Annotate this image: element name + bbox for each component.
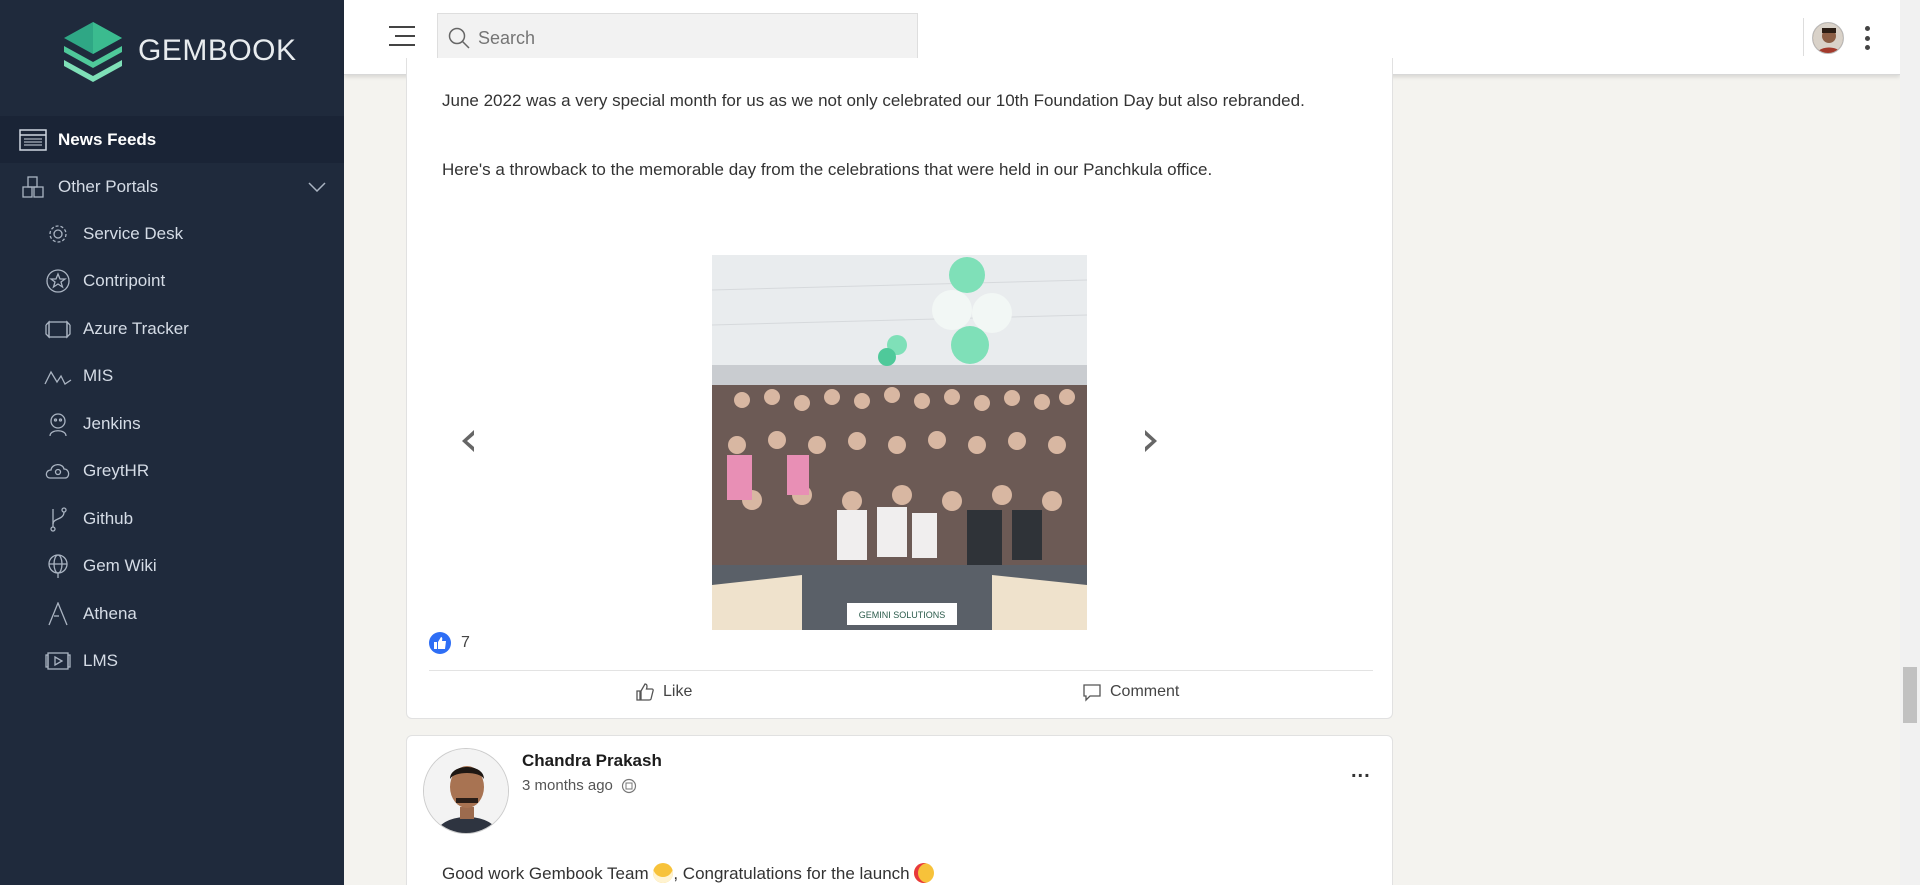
brand-name: GEMBOOK (138, 34, 297, 67)
post-more-button[interactable]: ... (1351, 760, 1371, 783)
sidebar-item-gem-wiki[interactable]: Gem Wiki (0, 543, 344, 591)
carousel-next-icon[interactable] (1137, 426, 1167, 456)
sidebar-item-label: Gem Wiki (83, 556, 157, 576)
reactions-summary[interactable]: 7 (429, 632, 470, 654)
sidebar: GEMBOOK News Feeds Other Portals Service… (0, 0, 344, 885)
cloud-user-icon (43, 459, 73, 483)
comment-label: Comment (1110, 683, 1180, 700)
sidebar-item-athena[interactable]: Athena (0, 590, 344, 638)
play-screen-icon (43, 649, 73, 673)
more-options-icon[interactable] (1864, 26, 1870, 50)
search-box[interactable] (437, 13, 918, 63)
sidebar-item-contripoint[interactable]: Contripoint (0, 258, 344, 306)
post-timestamp: 3 months ago (522, 777, 637, 794)
post-card: Chandra Prakash 3 months ago ... Good wo… (406, 735, 1393, 885)
sidebar-item-label: Athena (83, 603, 137, 623)
header-divider (1803, 18, 1804, 56)
like-count: 7 (461, 634, 470, 651)
user-avatar[interactable] (1812, 22, 1844, 54)
news-feed-icon (18, 128, 48, 152)
sidebar-item-label: Jenkins (83, 413, 141, 433)
sidebar-item-label: Azure Tracker (83, 318, 189, 338)
search-icon (448, 27, 470, 49)
like-label: Like (663, 683, 693, 700)
brand-logo[interactable]: GEMBOOK (60, 18, 297, 84)
sidebar-item-greythr[interactable]: GreytHR (0, 448, 344, 496)
sidebar-item-jenkins[interactable]: Jenkins (0, 400, 344, 448)
portals-icon (18, 175, 48, 199)
scrollbar-thumb[interactable] (1903, 667, 1917, 723)
carousel-prev-icon[interactable] (452, 426, 482, 456)
chevron-down-icon[interactable] (308, 177, 326, 197)
hamburger-menu-icon[interactable] (389, 26, 415, 48)
chart-wave-icon (43, 364, 73, 388)
audience-icon (621, 778, 637, 793)
heart-eyes-emoji-icon (914, 863, 935, 883)
sidebar-item-label: GreytHR (83, 461, 150, 481)
sidebar-item-other-portals[interactable]: Other Portals (0, 163, 344, 210)
sidebar-item-label: MIS (83, 366, 114, 386)
sidebar-item-label: Contripoint (83, 271, 166, 291)
like-button[interactable]: Like (635, 682, 692, 702)
sidebar-item-label: News Feeds (58, 129, 157, 149)
sidebar-item-news-feeds[interactable]: News Feeds (0, 116, 344, 163)
page-scrollbar[interactable] (1900, 0, 1920, 885)
gembook-logo-icon (64, 22, 122, 82)
post-paragraph: Here's a throwback to the memorable day … (442, 160, 1213, 179)
sidebar-item-service-desk[interactable]: Service Desk (0, 210, 344, 258)
post-text-part: Good work Gembook Team (442, 864, 654, 883)
actions-divider (429, 670, 1373, 671)
thumbs-up-icon (636, 683, 654, 701)
sidebar-nav: News Feeds Other Portals Service Desk Co… (0, 116, 344, 685)
globe-icon (43, 554, 73, 579)
thumbs-up-reaction-icon (429, 632, 451, 654)
sidebar-item-github[interactable]: Github (0, 495, 344, 543)
sidebar-item-azure-tracker[interactable]: Azure Tracker (0, 305, 344, 353)
sidebar-item-label: Github (83, 508, 134, 528)
grinning-emoji-icon (653, 863, 674, 883)
sidebar-item-label: LMS (83, 651, 118, 671)
sidebar-item-label: Service Desk (83, 223, 184, 243)
post-paragraph: June 2022 was a very special month for u… (442, 91, 1305, 110)
author-avatar[interactable] (423, 748, 509, 834)
photo-caption: GEMINI SOLUTIONS (859, 610, 946, 620)
author-name[interactable]: Chandra Prakash (522, 751, 662, 771)
post-text: Good work Gembook Team , Congratulations… (442, 862, 1342, 885)
sidebar-item-mis[interactable]: MIS (0, 353, 344, 401)
branch-icon (43, 507, 73, 532)
comment-button[interactable]: Comment (1082, 682, 1179, 702)
comment-icon (1083, 684, 1101, 702)
search-input[interactable] (478, 27, 878, 49)
sidebar-item-label: Other Portals (58, 176, 159, 196)
triangle-icon (43, 601, 73, 626)
gear-icon (43, 222, 73, 246)
post-photo[interactable]: GEMINI SOLUTIONS (712, 255, 1087, 630)
post-text-part: , Congratulations for the launch (673, 864, 915, 883)
time-label: 3 months ago (522, 777, 613, 794)
jenkins-icon (43, 412, 73, 436)
post-card: June 2022 was a very special month for u… (406, 58, 1393, 719)
star-icon (43, 269, 73, 293)
tracker-icon (43, 317, 73, 341)
sidebar-item-lms[interactable]: LMS (0, 638, 344, 686)
